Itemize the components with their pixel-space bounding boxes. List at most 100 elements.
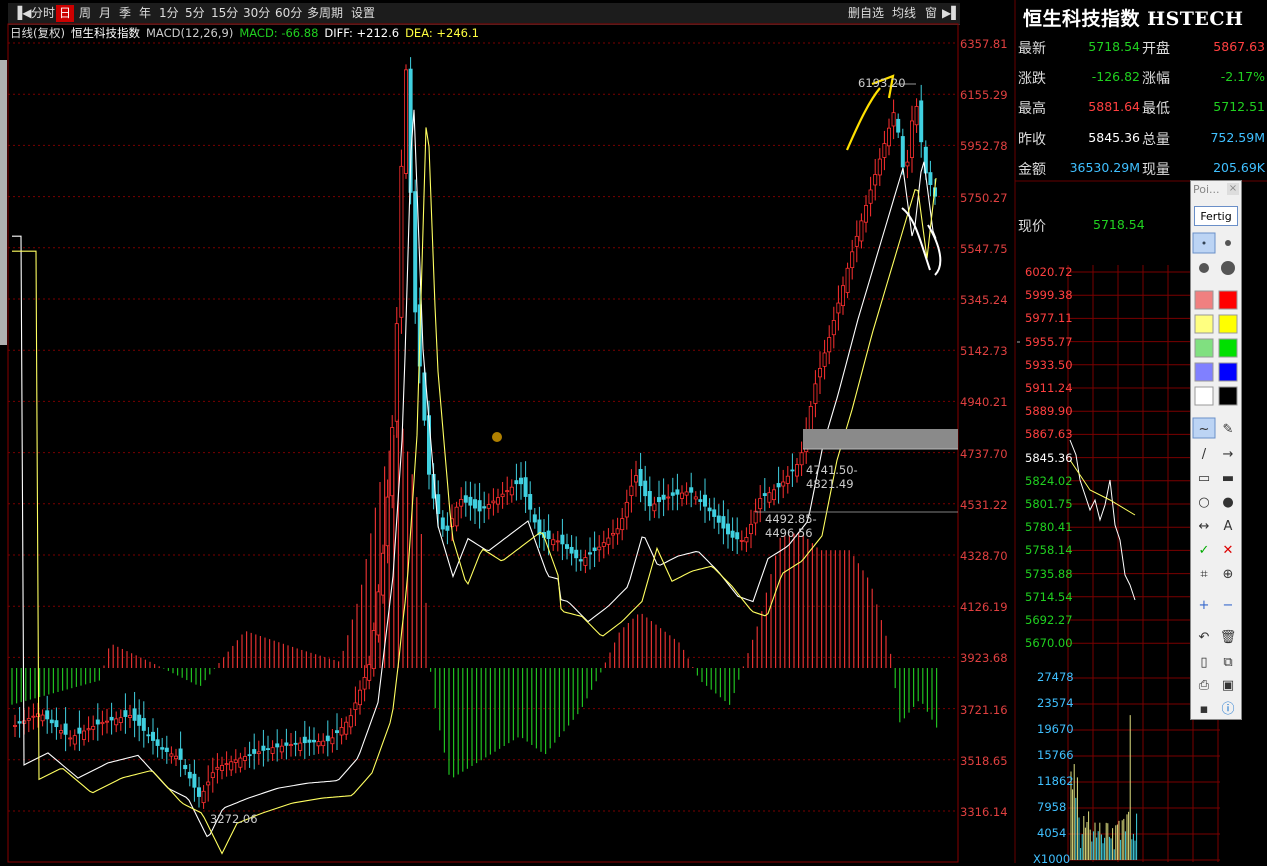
drawing-toolbox: Poi... × Fertig ~ ✎ / → ▭ ▬ ○ ● ↔ A ✓ ✕ ⌗ ⊕ + − ↶ 🗑 ▯ ⧉ ⎙ ▣ ▪ ⓘ [1190,180,1242,720]
candle-body [707,507,712,512]
mini-volume-label: 23574 [1037,696,1074,710]
quote-label: 最新 [1018,41,1046,57]
candle-body [339,727,344,736]
candle-body [215,766,220,770]
plus-icon: + [1199,598,1210,613]
candle-body [82,730,87,740]
y-tick-label: 4328.70 [960,549,1008,563]
candle-body [624,501,629,518]
arrow-icon: → [1223,447,1234,462]
candle-body [762,493,767,497]
filled-ellipse-icon: ● [1222,495,1233,510]
quote-value: -2.17% [1220,69,1265,85]
candle-body [311,739,316,743]
quote-value: 752.59M [1210,129,1265,145]
candle-body [95,719,100,725]
candle-body [118,717,123,723]
candle-body [353,702,358,711]
candle-body [491,500,496,504]
candle-body [293,742,298,745]
candle-body [109,716,114,721]
candle-body [54,720,59,728]
candle-body [440,517,445,530]
candle-body [178,748,183,760]
y-tick-label: 3923.68 [960,651,1008,666]
candle-body [472,499,477,509]
candle-body [643,480,648,497]
minus-icon: − [1223,598,1234,613]
candle-body [578,559,583,562]
resistance-zone [803,429,958,449]
candle-body [505,490,510,493]
candle-body [753,510,758,524]
candle-body [726,523,731,535]
candle-body [307,739,312,743]
candle-body [606,537,611,545]
candle-body [399,165,404,318]
candle-body [325,735,330,742]
dot-large-icon [1199,263,1209,273]
color-swatch-light [1194,314,1214,334]
color-swatch-dark [1218,386,1238,406]
candle-body [210,772,215,778]
candle-body [137,714,142,726]
candle-body [233,759,238,763]
mini-volume-label: 11862 [1037,774,1074,788]
candle-body [413,191,418,313]
candle-body [877,158,882,176]
xianjia-value: 5718.54 [1093,217,1145,232]
candle-body [841,285,846,307]
candle-body [224,763,229,766]
candle-body [615,528,620,535]
mini-price-label: 5867.63 [1025,427,1073,442]
trash-icon: 🗑 [1220,629,1237,645]
xianjia-label: 现价 [1018,219,1046,235]
y-tick-label: 4126.19 [960,600,1008,615]
mini-price-label: 5758.14 [1025,543,1073,558]
quote-label: 涨幅 [1142,71,1170,88]
mini-volume-label: 15766 [1037,748,1074,762]
candle-body [146,734,151,737]
y-tick-label: 4531.22 [960,497,1008,512]
candle-body [836,302,841,314]
candle-body [914,106,919,126]
candle-body [647,491,652,507]
quote-title: 恒生科技指数 HSTECH [1023,8,1244,30]
candle-body [689,487,694,493]
filled-rect-icon: ▬ [1222,471,1234,486]
candle-body [155,739,160,746]
copy-icon: ⧉ [1223,655,1232,670]
candle-body [896,118,901,133]
candle-body [298,742,303,751]
toolbox-icons[interactable]: ~ ✎ / → ▭ ▬ ○ ● ↔ A ✓ ✕ ⌗ ⊕ + − ↶ 🗑 ▯ ⧉ ⎙ ▣ ▪ ⓘ [1191,181,1243,721]
candle-body [486,504,491,509]
dot-small-icon [1202,241,1206,245]
candle-body [100,721,105,725]
candle-body [316,741,321,747]
candle-body [772,489,777,501]
candle-body [86,728,91,731]
double-arrow-icon: ↔ [1199,519,1210,534]
candle-body [348,715,353,728]
candle-body [565,544,570,549]
mini-price-label: 6020.72 [1025,265,1073,279]
candle-body [31,715,36,718]
mini-price-label: 5801.75 [1025,497,1073,511]
quote-value: 5718.54 [1088,39,1140,54]
candle-body [601,542,606,547]
candle-body [357,689,362,706]
candle-body [17,721,22,724]
candle-body [845,267,850,293]
candle-body [105,720,110,723]
mini-price-label: 5692.27 [1025,613,1073,627]
candle-body [790,469,795,472]
cursor-dot [492,432,502,442]
candle-body [201,790,206,804]
candle-body [127,714,132,718]
candle-body [546,530,551,539]
y-tick-label: 5750.27 [960,190,1008,205]
candle-body [334,730,339,734]
candle-body [638,469,643,487]
quote-value: -126.82 [1091,69,1140,85]
candle-body [657,497,662,503]
